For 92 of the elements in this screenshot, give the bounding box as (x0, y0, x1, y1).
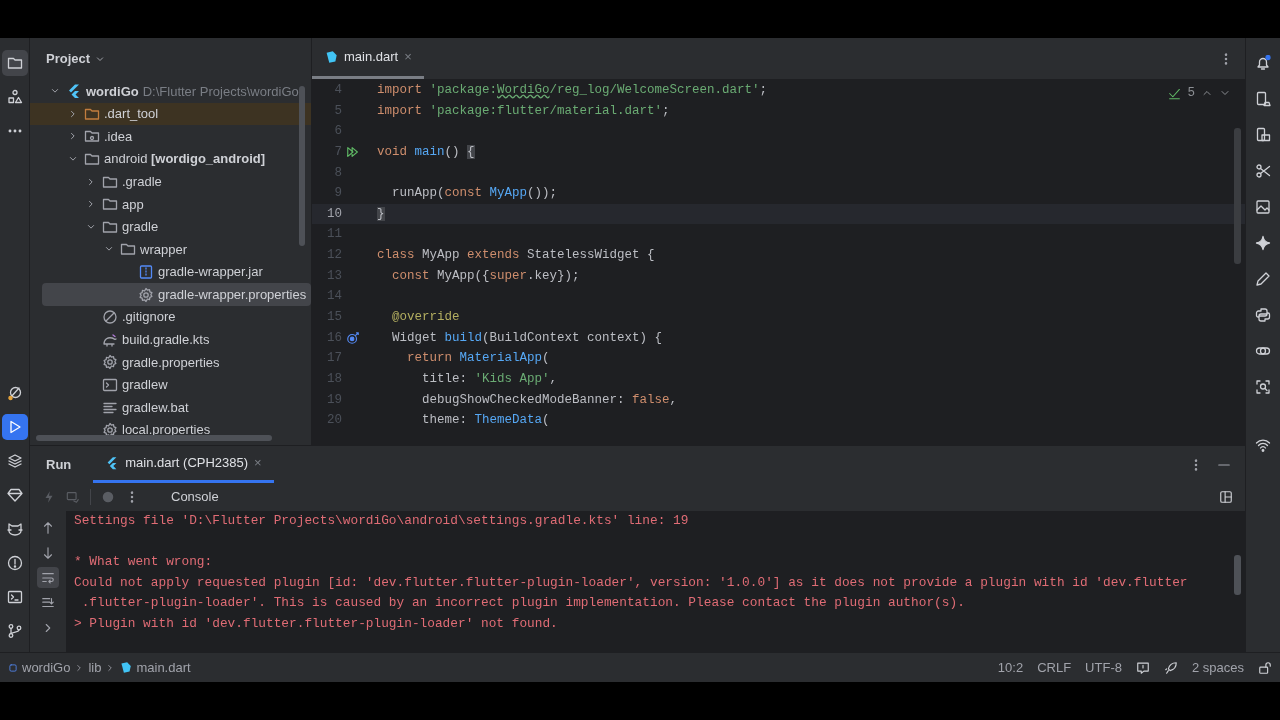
layout-icon[interactable] (1219, 490, 1233, 504)
restart-icon[interactable] (66, 490, 80, 504)
blocked-icon (102, 309, 118, 326)
file-tab[interactable]: main.dart × (312, 38, 424, 79)
module-icon (8, 662, 18, 673)
shapes-icon[interactable] (6, 89, 23, 105)
code-line: runApp(const MyApp()); (391, 185, 558, 203)
bell-icon[interactable] (1255, 55, 1271, 71)
gear-icon (102, 354, 118, 371)
breadcrumb-item[interactable]: wordiGo (22, 657, 71, 678)
scrollbar[interactable] (299, 86, 305, 246)
check-icon (1168, 86, 1182, 100)
tree-item[interactable]: wrapper (30, 238, 311, 261)
console-tab[interactable]: Console (171, 487, 219, 507)
tree-item[interactable]: gradle-wrapper.properties (42, 283, 311, 306)
tree-item[interactable]: gradle.properties (30, 351, 311, 374)
archive-icon (138, 264, 154, 281)
line-separator[interactable]: CRLF (1037, 657, 1072, 678)
tree-item[interactable]: gradlew (30, 373, 311, 397)
run-icon[interactable] (346, 145, 360, 160)
tree-item[interactable]: build.gradle.kts (30, 328, 311, 352)
folder-icon (102, 196, 118, 213)
scroll-end-icon[interactable] (41, 595, 55, 610)
override-icon[interactable] (346, 331, 360, 345)
terminal-icon[interactable] (6, 589, 23, 605)
tree-item[interactable]: android [wordigo_android] (30, 147, 311, 171)
tree-item[interactable]: gradle-wrapper.jar (30, 260, 311, 284)
folder-icon (120, 241, 136, 258)
scrollbar[interactable] (36, 435, 272, 441)
breadcrumb-item[interactable]: lib (88, 657, 102, 678)
console-line: Settings file 'D:\Flutter Projects\wordiGo\android\settings.gradle.kts' line: 19 (74, 512, 689, 530)
code-line: class MyApp extends StatelessWidget { (377, 247, 655, 265)
tree-item[interactable]: gradlew.bat (30, 396, 311, 419)
folder-icon[interactable] (6, 55, 23, 71)
layers-icon[interactable] (6, 453, 23, 469)
console-line: Could not apply requested plugin [id: 'dev.flutter.flutter-plugin-loader', version: '1.0.0'] as it does not provide a plugin with id 'dev.flutter (74, 573, 1188, 592)
comment-icon[interactable] (1135, 660, 1150, 675)
code-line: import 'package:flutter/material.dart'; (377, 102, 670, 120)
phone-icon[interactable] (1255, 91, 1271, 107)
tree-item[interactable]: wordiGo D:\Flutter Projects\wordiGo (30, 80, 311, 103)
code-line: const MyApp({super.key}); (391, 267, 580, 285)
pen-icon[interactable] (1255, 271, 1271, 287)
tree-item[interactable]: .idea (30, 125, 311, 148)
code-line: theme: ThemeData( (421, 412, 550, 430)
scrollbar[interactable] (1234, 128, 1241, 264)
tree-item[interactable]: .gradle (30, 170, 311, 193)
image-icon[interactable] (1255, 199, 1271, 215)
console-line: * What went wrong: (74, 553, 213, 572)
devices-icon[interactable] (1255, 127, 1271, 143)
inspection-count[interactable]: 5 (1187, 84, 1195, 103)
code-line: @override (391, 309, 460, 326)
close-icon[interactable]: × (404, 47, 412, 67)
run-tab[interactable]: main.dart (CPH2385) × (93, 446, 274, 483)
folder-icon (84, 151, 100, 168)
tree-item[interactable]: .gitignore (30, 305, 311, 329)
tree-item[interactable]: local.properties (30, 418, 311, 442)
wrap-icon[interactable] (41, 570, 55, 585)
scissors-icon[interactable] (1255, 163, 1271, 179)
animal-icon[interactable] (6, 521, 23, 537)
path-hint: D:\Flutter Projects\wordiGo (142, 82, 299, 101)
console-line: > Plugin with id 'dev.flutter.flutter-plugin-loader' not found. (74, 614, 558, 633)
gear-icon (138, 286, 154, 303)
panel-title: Project (46, 50, 91, 69)
tree-item[interactable]: app (30, 192, 311, 216)
line-number: 10 (326, 205, 342, 223)
warning-icon[interactable] (6, 555, 23, 571)
code-line: debugShowCheckedModeBanner: false, (421, 391, 678, 409)
tree-item[interactable]: .dart_tool (30, 102, 311, 126)
code-line: return MaterialApp( (406, 350, 550, 368)
code-line: void main() { (377, 143, 475, 161)
console-line: .flutter-plugin-loader'. This is caused by an incorrect plugin implementation. Please contact the plugin author(s). (80, 594, 965, 613)
scan-icon[interactable] (1255, 379, 1271, 395)
file-encoding[interactable]: UTF-8 (1085, 657, 1122, 678)
caret-position[interactable]: 10:2 (997, 657, 1024, 678)
code-line: Widget build(BuildContext context) { (391, 329, 663, 347)
panel-title: Run (46, 455, 72, 474)
terminal-icon (102, 377, 118, 393)
arrow-up-icon[interactable] (41, 520, 55, 535)
code-line: import 'package:WordiGo/reg_log/WelcomeScreen.dart'; (377, 81, 768, 99)
tree-item[interactable]: gradle (30, 215, 311, 239)
arrow-down-icon[interactable] (41, 545, 55, 560)
diamond-icon[interactable] (6, 487, 23, 503)
loop-icon[interactable] (1255, 307, 1271, 323)
scrollbar[interactable] (1234, 555, 1241, 595)
sparkle-icon[interactable] (1255, 235, 1271, 251)
folder-icon (84, 128, 100, 145)
unlock-icon[interactable] (1258, 660, 1272, 675)
branch-icon[interactable] (6, 623, 23, 639)
code-line: title: 'Kids App', (421, 370, 558, 388)
wifi-icon[interactable] (1255, 437, 1271, 453)
indent-setting[interactable]: 2 spaces (1191, 657, 1244, 678)
breadcrumb-item[interactable]: main.dart (136, 657, 191, 678)
